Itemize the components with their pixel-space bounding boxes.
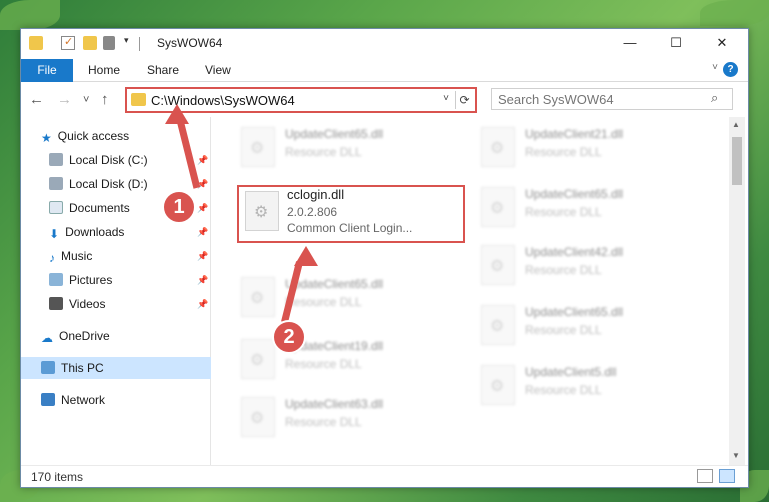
up-button[interactable]: ↑ [101,91,109,108]
sidebar-item-local-disk-c[interactable]: Local Disk (C:) [49,149,148,171]
background-leaf [0,0,60,30]
refresh-icon[interactable]: ⟳ [455,91,473,109]
cloud-icon: ☁ [41,331,53,345]
dll-file-icon [241,277,275,317]
music-icon: ♪ [49,251,55,265]
documents-icon [49,201,63,214]
sidebar-item-local-disk-d[interactable]: Local Disk (D:) [49,173,148,195]
pin-icon[interactable]: 📌 [197,299,208,310]
sidebar-item-documents[interactable]: Documents [49,197,130,219]
close-button[interactable]: ✕ [699,29,745,59]
scroll-up-icon[interactable]: ▲ [732,120,740,129]
search-input[interactable] [491,88,733,110]
background-leaf [700,0,769,26]
navigation-bar: ← → ˅ ↑ C:\Windows\SysWOW64 ˅ ⟳ ⌕ [21,83,748,117]
sidebar-item-onedrive[interactable]: ☁ OneDrive [41,325,110,347]
recent-locations-button[interactable]: ˅ [83,94,89,106]
navigation-pane: ★ Quick access Local Disk (C:) 📌 Local Di… [21,117,211,465]
ribbon: File Home Share View ˅ ? [21,59,748,82]
sidebar-item-quick-access[interactable]: ★ Quick access [41,125,129,147]
file-version: 2.0.2.806 [287,205,338,219]
minimize-button[interactable]: — [607,29,653,59]
file-item[interactable]: UpdateClient65.dll Resource DLL [481,185,711,235]
dll-file-icon [241,397,275,437]
drive-icon [49,177,63,190]
file-item[interactable]: UpdateClient5.dll Resource DLL [481,363,711,413]
dll-file-icon [481,187,515,227]
tab-share[interactable]: Share [147,63,179,77]
cclogin-file-item[interactable]: cclogin.dll 2.0.2.806 Common Client Logi… [237,185,465,243]
pin-icon[interactable]: 📌 [197,227,208,238]
properties-check-icon[interactable] [61,35,75,50]
tab-view[interactable]: View [205,63,231,77]
computer-icon [41,361,55,374]
sidebar-item-network[interactable]: Network [41,389,105,411]
sidebar-item-music[interactable]: ♪ Music [49,245,92,267]
scroll-down-icon[interactable]: ▼ [732,451,740,460]
quick-access-toolbar-dropdown-icon[interactable]: ▾ [124,35,129,46]
annotation-callout-1: 1 [162,190,196,224]
status-bar: 170 items [21,465,748,487]
file-item[interactable]: UpdateClient21.dll Resource DLL [481,125,711,175]
help-icon[interactable]: ? [723,62,738,77]
dll-file-icon [245,191,279,231]
sidebar-item-downloads[interactable]: ⬇ Downloads [49,221,124,243]
folder-icon [29,36,43,50]
videos-icon [49,297,63,310]
title-separator [139,37,140,51]
pin-icon[interactable]: 📌 [197,275,208,286]
network-icon [41,393,55,406]
details-view-icon[interactable] [697,469,713,483]
annotation-arrowhead-1 [165,104,189,124]
sidebar-item-this-pc[interactable]: This PC [21,357,211,379]
file-item[interactable]: UpdateClient42.dll Resource DLL [481,243,711,293]
window-title: SysWOW64 [157,36,223,50]
customize-icon[interactable] [103,36,115,50]
new-folder-icon[interactable] [83,36,97,50]
file-description: Common Client Login... [287,221,413,235]
pictures-icon [49,273,63,286]
item-count: 170 items [31,470,84,484]
scroll-thumb[interactable] [732,137,742,185]
file-item[interactable]: UpdateClient65.dll Resource DLL [241,275,471,325]
large-icons-view-icon[interactable] [719,469,735,483]
file-explorer-window: ▾ SysWOW64 — ☐ ✕ File Home Share View ˅ … [20,28,749,488]
pin-icon[interactable]: 📌 [197,251,208,262]
file-item[interactable]: UpdateClient65.dll Resource DLL [241,125,471,175]
vertical-scrollbar[interactable]: ▲ ▼ [729,117,745,465]
star-icon: ★ [41,131,52,145]
file-item[interactable]: UpdateClient63.dll Resource DLL [241,395,471,445]
forward-button[interactable]: → [57,91,72,108]
chevron-down-icon[interactable]: ˅ [443,93,449,104]
dll-file-icon [481,127,515,167]
annotation-arrowhead-2 [294,246,318,266]
search-icon[interactable]: ⌕ [711,90,718,106]
expand-ribbon-icon[interactable]: ˅ [712,62,718,73]
dll-file-icon [481,305,515,345]
maximize-button[interactable]: ☐ [653,29,699,59]
sidebar-item-pictures[interactable]: Pictures [49,269,112,291]
tab-home[interactable]: Home [88,63,120,77]
annotation-callout-2: 2 [272,320,306,354]
file-item[interactable]: UpdateClient65.dll Resource DLL [481,303,711,353]
folder-icon [131,93,146,106]
dll-file-icon [241,339,275,379]
file-name: cclogin.dll [287,187,345,202]
title-bar: ▾ SysWOW64 — ☐ ✕ [21,29,748,59]
sidebar-item-videos[interactable]: Videos [49,293,105,315]
download-arrow-icon: ⬇ [49,227,60,241]
pin-icon[interactable]: 📌 [197,155,208,166]
dll-file-icon [481,365,515,405]
back-button[interactable]: ← [29,91,44,108]
drive-icon [49,153,63,166]
dll-file-icon [241,127,275,167]
tab-file[interactable]: File [21,59,73,82]
dll-file-icon [481,245,515,285]
pin-icon[interactable]: 📌 [197,203,208,214]
